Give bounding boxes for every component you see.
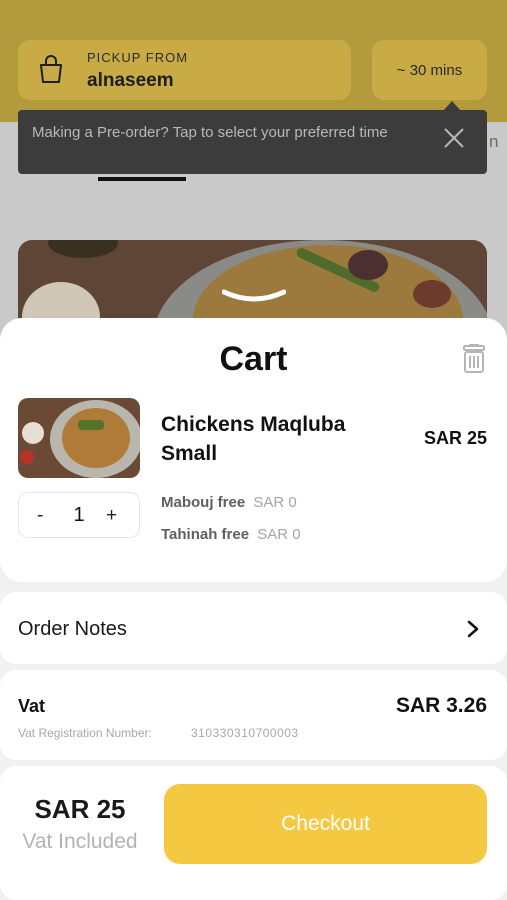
chevron-down-icon[interactable] xyxy=(222,286,286,308)
addon-name: Tahinah free xyxy=(161,526,250,543)
quantity-stepper: - 1 + xyxy=(18,492,140,538)
item-image xyxy=(18,398,140,478)
vat-row: Vat SAR 3.26 Vat Registration Number: 31… xyxy=(0,670,507,760)
vat-registration-number: 310330310700003 xyxy=(191,726,299,740)
order-notes-row[interactable]: Order Notes xyxy=(0,592,507,664)
addon-name: Mabouj free xyxy=(161,494,246,511)
checkout-footer: SAR 25 Vat Included Checkout xyxy=(0,766,507,900)
decrease-quantity-button[interactable]: - xyxy=(37,505,43,527)
vat-label: Vat xyxy=(18,696,46,716)
pickup-location-box[interactable]: PICKUP FROM alnaseem xyxy=(18,40,351,100)
active-tab-indicator xyxy=(98,177,186,181)
pickup-label: PICKUP FROM xyxy=(87,50,189,65)
item-name: Chickens Maqluba Small xyxy=(161,413,346,465)
addon-item: Mabouj free SAR 0 xyxy=(161,494,297,511)
item-price: SAR 25 xyxy=(423,428,487,448)
pickup-time-button[interactable]: ~ 30 mins xyxy=(372,40,487,100)
vat-registration-label: Vat Registration Number: xyxy=(18,726,152,740)
pickup-location: alnaseem xyxy=(87,70,174,91)
total-price: SAR 25 xyxy=(34,794,126,824)
increase-quantity-button[interactable]: + xyxy=(106,505,117,527)
vat-amount: SAR 3.26 xyxy=(395,694,487,717)
chevron-right-icon xyxy=(467,620,479,638)
addon-price: SAR 0 xyxy=(253,494,297,511)
addon-price: SAR 0 xyxy=(257,526,301,543)
order-notes-label: Order Notes xyxy=(18,618,127,640)
checkout-button[interactable]: Checkout xyxy=(164,784,487,864)
tab-label-partial: n xyxy=(489,132,499,151)
addon-item: Tahinah free SAR 0 xyxy=(161,526,301,543)
trash-icon[interactable] xyxy=(460,344,488,374)
cart-title: Cart xyxy=(219,340,288,378)
quantity-value: 1 xyxy=(73,504,85,526)
shopping-bag-icon xyxy=(40,55,62,83)
header-bar: PICKUP FROM alnaseem ~ 30 mins xyxy=(0,0,507,122)
vat-included-note: Vat Included xyxy=(22,830,138,853)
tooltip-text: Making a Pre-order? Tap to select your p… xyxy=(32,124,388,141)
preorder-tooltip[interactable]: Making a Pre-order? Tap to select your p… xyxy=(18,110,487,174)
cart-items-card: Cart Chickens Maqluba Small SAR 25 - 1 +… xyxy=(0,318,507,582)
close-icon[interactable] xyxy=(442,126,466,150)
cart-sheet: Cart Chickens Maqluba Small SAR 25 - 1 +… xyxy=(0,318,507,900)
